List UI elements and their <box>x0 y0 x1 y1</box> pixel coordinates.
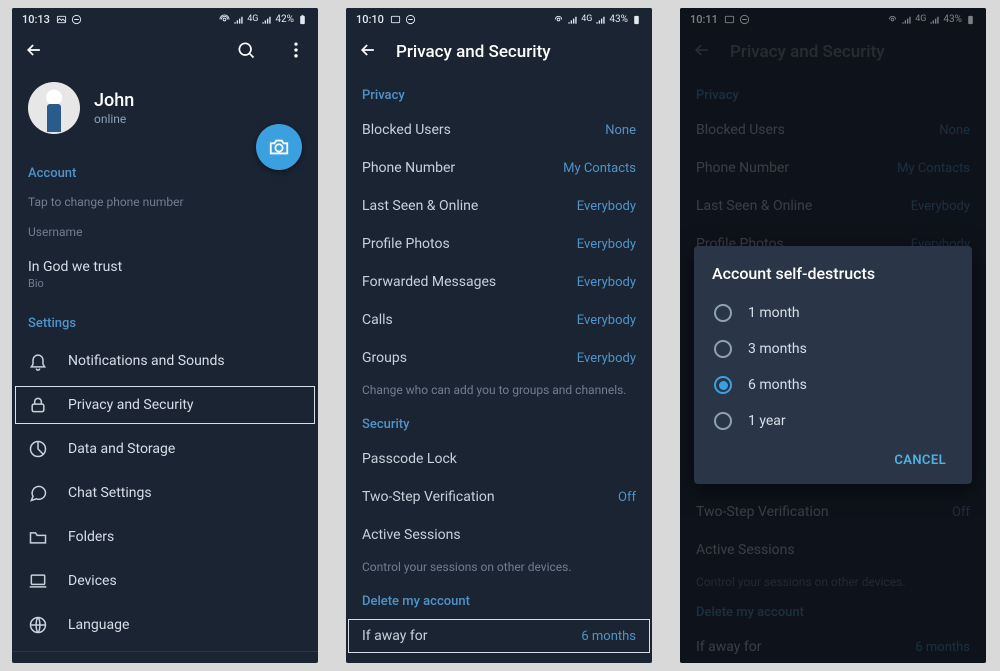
back-button[interactable] <box>358 40 378 64</box>
radio-6-months[interactable]: 6 months <box>712 367 954 403</box>
row-blocked-users[interactable]: Blocked UsersNone <box>346 111 652 149</box>
settings-item-chat[interactable]: Chat Settings <box>12 471 318 515</box>
battery-pct: 43% <box>609 14 628 25</box>
settings-item-label: Privacy and Security <box>68 397 194 413</box>
settings-item-data[interactable]: Data and Storage <box>12 427 318 471</box>
signal2-icon <box>261 14 272 25</box>
image-icon <box>56 14 67 25</box>
self-destruct-dialog: Account self-destructs 1 month 3 months … <box>694 246 972 484</box>
network-label: 4G <box>247 14 258 24</box>
signal-icon <box>233 14 244 25</box>
pie-icon <box>28 439 48 459</box>
search-button[interactable] <box>236 40 256 64</box>
row-last-seen[interactable]: Last Seen & OnlineEverybody <box>346 187 652 225</box>
settings-item-folders[interactable]: Folders <box>12 515 318 559</box>
more-vertical-icon <box>286 40 306 60</box>
chat-icon <box>28 483 48 503</box>
status-left-icons <box>390 14 416 25</box>
row-groups[interactable]: GroupsEverybody <box>346 339 652 377</box>
globe-icon <box>28 615 48 635</box>
privacy-hint: Change who can add you to groups and cha… <box>346 377 652 399</box>
bell-icon <box>28 351 48 371</box>
settings-item-language[interactable]: Language <box>12 603 318 647</box>
phone-hint[interactable]: Tap to change phone number <box>12 189 318 211</box>
battery-pct: 42% <box>275 14 294 25</box>
security-hint: Control your sessions on other devices. <box>346 554 652 576</box>
settings-item-label: Folders <box>68 529 114 545</box>
search-icon <box>236 40 256 60</box>
row-phone-number[interactable]: Phone NumberMy Contacts <box>346 149 652 187</box>
arrow-left-icon <box>358 40 378 60</box>
screen-privacy: 10:10 4G 43% Privacy and Security Privac… <box>346 8 652 663</box>
row-calls[interactable]: CallsEverybody <box>346 301 652 339</box>
screen-profile: 10:13 4G 42% John online <box>12 8 318 663</box>
statusbar: 10:13 4G 42% <box>12 8 318 30</box>
battery-icon <box>631 14 642 25</box>
delete-header: Delete my account <box>346 576 652 617</box>
signal-icon <box>567 14 578 25</box>
clock: 10:10 <box>356 13 384 26</box>
screen-privacy-dialog: 10:11 4G 43% Privacy and Security Privac… <box>680 8 986 663</box>
image-icon <box>390 14 401 25</box>
settings-header: Settings <box>12 290 318 339</box>
hotspot-icon <box>219 14 230 25</box>
settings-item-label: Language <box>68 617 129 633</box>
radio-icon <box>714 412 732 430</box>
statusbar: 10:10 4G 43% <box>346 8 652 30</box>
hotspot-icon <box>553 14 564 25</box>
lock-icon <box>28 395 48 415</box>
network-label: 4G <box>581 14 592 24</box>
minus-icon <box>71 14 82 25</box>
row-two-step[interactable]: Two-Step VerificationOff <box>346 478 652 516</box>
radio-icon <box>714 376 732 394</box>
battery-icon <box>297 14 308 25</box>
settings-item-label: Chat Settings <box>68 485 152 501</box>
username-label[interactable]: Username <box>12 211 318 241</box>
settings-item-notifications[interactable]: Notifications and Sounds <box>12 339 318 383</box>
back-button[interactable] <box>24 40 44 64</box>
more-button[interactable] <box>286 40 306 64</box>
camera-fab[interactable] <box>256 124 302 170</box>
radio-icon <box>714 340 732 358</box>
radio-1-year[interactable]: 1 year <box>712 403 954 439</box>
settings-item-privacy[interactable]: Privacy and Security <box>12 383 318 427</box>
row-forwarded[interactable]: Forwarded MessagesEverybody <box>346 263 652 301</box>
settings-item-label: Devices <box>68 573 117 589</box>
profile-status: online <box>94 112 134 126</box>
radio-3-months[interactable]: 3 months <box>712 331 954 367</box>
avatar[interactable] <box>28 82 80 134</box>
row-if-away[interactable]: If away for6 months <box>346 617 652 655</box>
signal2-icon <box>595 14 606 25</box>
radio-icon <box>714 304 732 322</box>
settings-item-label: Data and Storage <box>68 441 175 457</box>
profile-header: John online <box>12 74 318 134</box>
bio-text[interactable]: In God we trust <box>12 255 318 275</box>
status-left-icons <box>56 14 82 25</box>
page-title: Privacy and Security <box>396 42 551 62</box>
settings-item-devices[interactable]: Devices <box>12 559 318 603</box>
row-active-sessions[interactable]: Active Sessions <box>346 516 652 554</box>
privacy-header: Privacy <box>346 74 652 111</box>
minus-icon <box>405 14 416 25</box>
dialog-title: Account self-destructs <box>712 264 954 283</box>
help-header: Help <box>12 651 318 663</box>
laptop-icon <box>28 571 48 591</box>
folder-icon <box>28 527 48 547</box>
radio-1-month[interactable]: 1 month <box>712 295 954 331</box>
cancel-button[interactable]: CANCEL <box>886 447 954 474</box>
bio-label: Bio <box>12 275 318 290</box>
appbar <box>12 30 318 74</box>
profile-name: John <box>94 90 134 111</box>
camera-icon <box>268 136 290 158</box>
appbar: Privacy and Security <box>346 30 652 74</box>
row-passcode[interactable]: Passcode Lock <box>346 440 652 478</box>
arrow-left-icon <box>24 40 44 60</box>
security-header: Security <box>346 399 652 440</box>
row-profile-photos[interactable]: Profile PhotosEverybody <box>346 225 652 263</box>
clock: 10:13 <box>22 13 50 26</box>
settings-item-label: Notifications and Sounds <box>68 353 225 369</box>
